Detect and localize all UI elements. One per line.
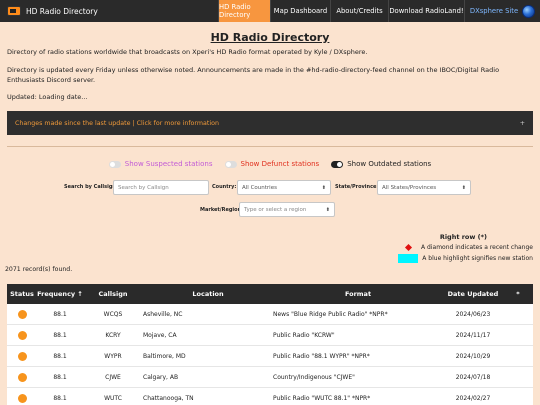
country-label: Country:: [212, 184, 237, 190]
header-format[interactable]: Format: [273, 290, 443, 298]
status-dot-icon: [17, 393, 27, 403]
cell-location: Asheville, NC: [143, 310, 183, 318]
cell-date: 2024/07/18: [455, 373, 491, 381]
legend-diamond-row: A diamond indicates a recent change: [405, 243, 533, 252]
table-header: Status Frequency ↑ Callsign Location For…: [7, 284, 533, 304]
toggle-suspected[interactable]: Show Suspected stations: [108, 160, 213, 168]
cell-format: Country/Indigenous "CJWE": [273, 373, 355, 381]
cell-callsign: CJWE: [105, 373, 121, 381]
callsign-label: Search by Callsign:: [64, 184, 118, 190]
nav-dxsphere-site[interactable]: DXsphere Site: [464, 0, 540, 22]
cell-format: Public Radio "KCRW": [273, 331, 335, 339]
country-select[interactable]: All Countries: [237, 180, 331, 195]
record-count: 2071 record(s) found.: [5, 266, 73, 273]
cell-callsign: WCQS: [103, 310, 123, 318]
cell-location: Calgary, AB: [143, 373, 179, 381]
diamond-icon: [405, 243, 413, 252]
cell-frequency: 88.1: [53, 331, 67, 339]
cell-format: Public Radio "88.1 WYPR" *NPR*: [273, 352, 370, 360]
cell-callsign: WUTC: [104, 394, 122, 402]
status-dot-icon: [17, 309, 27, 319]
cell-format: Public Radio "WUTC 88.1" *NPR*: [273, 394, 371, 402]
table-row[interactable]: 88.1 KCRY Mojave, CA Public Radio "KCRW"…: [7, 325, 533, 346]
page-title: HD Radio Directory: [210, 31, 330, 44]
cell-location: Mojave, CA: [143, 331, 177, 339]
cell-callsign: WYPR: [104, 352, 122, 360]
status-dot-icon: [17, 351, 27, 361]
cell-date: 2024/02/27: [455, 394, 491, 402]
legend-diamond-text: A diamond indicates a recent change: [421, 244, 533, 251]
description-2: Directory is updated every Friday unless…: [7, 66, 500, 84]
cell-frequency: 88.1: [53, 352, 67, 360]
cell-format: News "Blue Ridge Public Radio" *NPR*: [273, 310, 388, 318]
suspected-switch[interactable]: [108, 160, 121, 168]
status-dot-icon: [17, 330, 27, 340]
nav-about-credits[interactable]: About/Credits: [330, 0, 388, 22]
nav-hd-radio-directory[interactable]: HD Radio Directory: [218, 0, 270, 22]
updated-text: Updated: Loading date...: [7, 93, 88, 101]
changes-text: Changes made since the last update | Cli…: [15, 119, 219, 127]
changes-bar[interactable]: Changes made since the last update | Cli…: [7, 111, 533, 135]
nav-map-dashboard[interactable]: Map Dashboard: [270, 0, 330, 22]
stations-table: Status Frequency ↑ Callsign Location For…: [7, 284, 533, 405]
market-label: Market/Region:: [200, 207, 244, 213]
header-date-updated[interactable]: Date Updated: [443, 290, 503, 298]
defunct-label: Show Defunct stations: [240, 160, 320, 168]
header-status[interactable]: Status: [7, 290, 37, 298]
toggle-row: Show Suspected stations Show Defunct sta…: [0, 160, 540, 168]
cell-location: Chattanooga, TN: [143, 394, 194, 402]
callsign-search-input[interactable]: Search by Callsign: [113, 180, 209, 195]
legend-highlight-row: A blue highlight signifies new station: [398, 254, 533, 263]
status-dot-icon: [17, 372, 27, 382]
header-star[interactable]: *: [503, 290, 533, 298]
cell-date: 2024/10/29: [455, 352, 491, 360]
state-label: State/Province:: [335, 184, 379, 190]
brand[interactable]: HD Radio Directory: [0, 0, 218, 22]
outdated-switch[interactable]: [331, 160, 344, 168]
header-frequency[interactable]: Frequency ↑: [37, 290, 83, 298]
legend-highlight-text: A blue highlight signifies new station: [422, 255, 533, 262]
header-location[interactable]: Location: [143, 290, 273, 298]
description-1: Directory of radio stations worldwide th…: [7, 48, 368, 56]
highlight-swatch: [398, 254, 419, 263]
cell-callsign: KCRY: [105, 331, 121, 339]
cell-location: Baltimore, MD: [143, 352, 186, 360]
cell-frequency: 88.1: [53, 394, 67, 402]
header-callsign[interactable]: Callsign: [83, 290, 143, 298]
cell-frequency: 88.1: [53, 310, 67, 318]
state-select[interactable]: All States/Provinces: [377, 180, 471, 195]
expand-icon: +: [519, 119, 525, 127]
brand-title: HD Radio Directory: [26, 6, 98, 16]
cell-date: 2024/06/23: [455, 310, 491, 318]
cell-date: 2024/11/17: [455, 331, 491, 339]
market-select[interactable]: Type or select a region: [239, 202, 335, 217]
divider: [7, 146, 533, 147]
top-nav: HD Radio Directory HD Radio Directory Ma…: [0, 0, 540, 22]
suspected-label: Show Suspected stations: [124, 160, 213, 168]
defunct-switch[interactable]: [224, 160, 237, 168]
table-row[interactable]: 88.1 CJWE Calgary, AB Country/Indigenous…: [7, 367, 533, 388]
nav-download-radioland[interactable]: Download RadioLand!: [388, 0, 464, 22]
outdated-label: Show Outdated stations: [347, 160, 432, 168]
globe-icon: [522, 4, 536, 18]
table-row[interactable]: 88.1 WUTC Chattanooga, TN Public Radio "…: [7, 388, 533, 405]
table-row[interactable]: 88.1 WCQS Asheville, NC News "Blue Ridge…: [7, 304, 533, 325]
cell-frequency: 88.1: [53, 373, 67, 381]
table-row[interactable]: 88.1 WYPR Baltimore, MD Public Radio "88…: [7, 346, 533, 367]
toggle-outdated[interactable]: Show Outdated stations: [331, 160, 431, 168]
dxsphere-label: DXsphere Site: [469, 7, 519, 15]
radio-logo-icon: [7, 6, 21, 16]
legend-title: Right row (*): [439, 233, 487, 241]
toggle-defunct[interactable]: Show Defunct stations: [224, 160, 320, 168]
